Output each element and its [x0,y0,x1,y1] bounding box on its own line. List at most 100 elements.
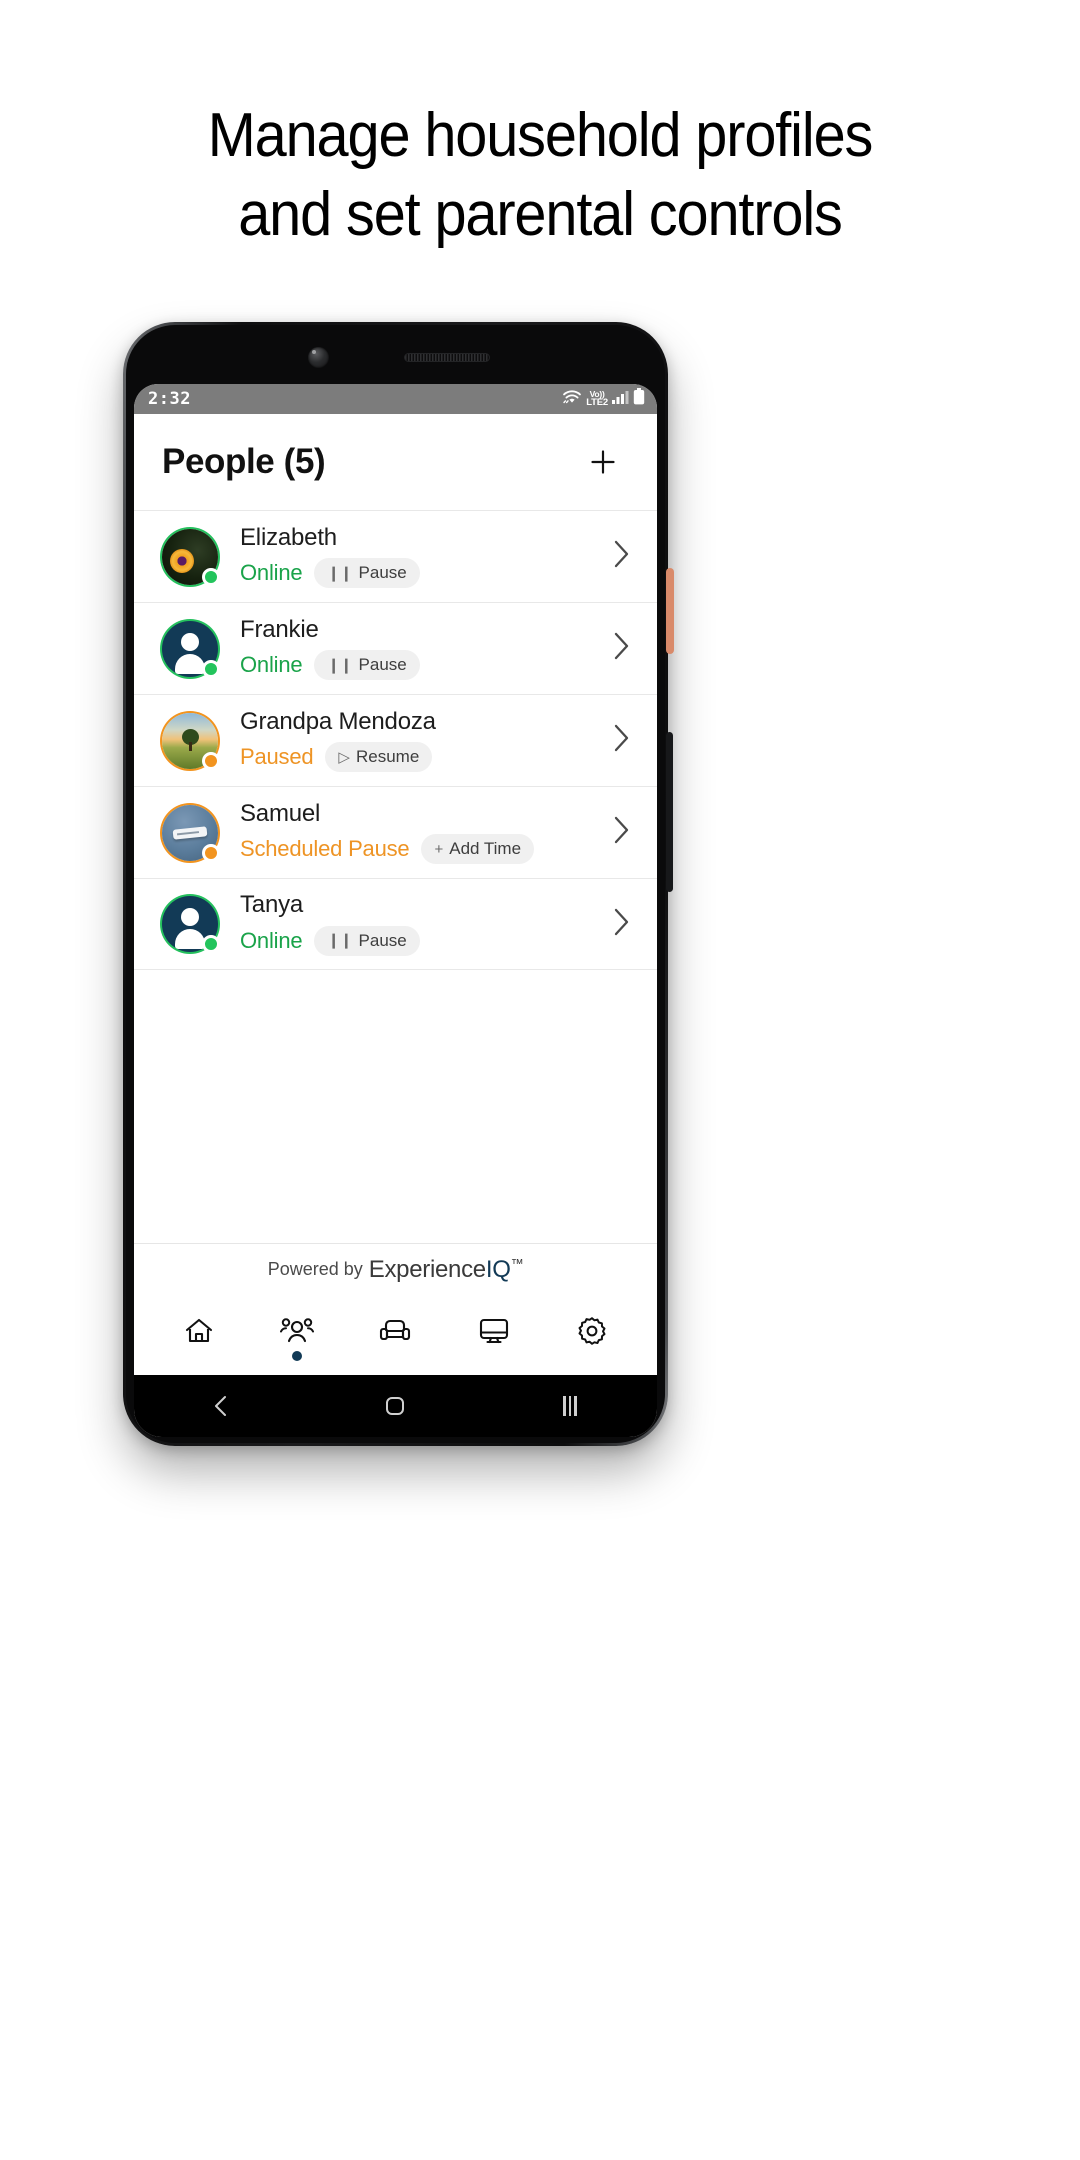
volte-indicator: Vo)) LTE2 [586,390,608,408]
avatar [162,712,220,770]
battery-icon [633,388,645,410]
pause-button-label: Pause [358,930,407,950]
android-navigation-bar [134,1375,657,1437]
status-icon-group: Vo)) LTE2 [562,388,645,410]
status-clock: 2:32 [148,389,191,409]
play-icon: ▷ [338,748,350,766]
person-name: Grandpa Mendoza [240,707,436,735]
chevron-right-icon[interactable] [601,814,631,851]
status-badge: Online [240,652,303,678]
table-row[interactable]: Samuel Scheduled Pause + Add Time [134,786,657,878]
presence-dot-paused [202,843,220,862]
tab-home[interactable] [167,1302,231,1360]
phone-mockup: 2:32 Vo)) LTE2 People (5) Elizabeth Onli… [123,322,674,1446]
add-person-button[interactable] [579,438,627,486]
chevron-right-icon[interactable] [601,538,631,575]
earpiece-speaker [403,353,490,362]
avatar [162,896,220,953]
status-badge: Online [240,927,303,953]
volte-bottom-label: LTE2 [586,396,608,408]
promo-screenshot: Manage household profiles and set parent… [0,0,1080,2160]
bottom-tab-bar [134,1295,657,1375]
status-bar: 2:32 Vo)) LTE2 [134,384,657,414]
chevron-right-icon[interactable] [601,722,631,759]
table-row[interactable]: Tanya Online ❙❙ Pause [134,878,657,970]
tab-devices[interactable] [462,1302,526,1360]
presence-dot-online [202,659,220,678]
chevron-right-icon[interactable] [601,906,631,943]
row-content: Elizabeth Online ❙❙ Pause [218,523,601,589]
presence-dot-online [202,567,220,586]
flower-icon [170,548,194,573]
pause-button[interactable]: ❙❙ Pause [314,650,420,681]
brand-accent: IQ [485,1255,511,1283]
plus-icon [591,450,615,474]
row-meta: Scheduled Pause + Add Time [240,834,601,865]
table-row[interactable]: Frankie Online ❙❙ Pause [134,602,657,694]
person-name: Samuel [240,799,321,827]
tree-trunk-icon [189,741,192,751]
pause-button[interactable]: ❙❙ Pause [314,558,420,589]
sofa-icon [380,1319,411,1341]
monitor-icon [479,1318,508,1344]
back-chevron-icon [215,1396,227,1416]
brand-name: ExperienceIQ™ [369,1256,524,1284]
people-icon [280,1318,315,1343]
add-time-button-label: Add Time [449,839,522,859]
router-icon [172,825,208,840]
row-content: Tanya Online ❙❙ Pause [218,891,601,956]
presence-dot-online [202,935,220,953]
avatar [162,528,220,586]
headline-line-2: and set parental controls [238,180,843,250]
add-time-button[interactable]: + Add Time [421,834,535,865]
avatar [162,620,220,678]
row-meta: Online ❙❙ Pause [240,558,601,589]
volume-button[interactable] [666,568,674,654]
avatar [162,804,220,862]
android-back-button[interactable] [186,1384,256,1428]
pause-button[interactable]: ❙❙ Pause [314,925,420,956]
home-icon [186,1318,213,1343]
front-camera-icon [307,347,329,368]
resume-button[interactable]: ▷ Resume [325,742,433,773]
app-header: People (5) [134,414,657,510]
recents-icon [563,1396,577,1416]
tab-settings[interactable] [560,1302,624,1360]
people-list: Elizabeth Online ❙❙ Pause Frankie Online… [134,510,657,1243]
pause-icon: ❙❙ [327,564,353,582]
pause-icon: ❙❙ [327,932,353,950]
table-row[interactable]: Elizabeth Online ❙❙ Pause [134,510,657,602]
row-meta: Paused ▷ Resume [240,742,601,773]
person-body-icon [175,653,205,674]
power-button[interactable] [666,732,673,892]
status-badge: Paused [240,744,314,770]
row-content: Samuel Scheduled Pause + Add Time [218,799,601,865]
active-tab-indicator [292,1351,303,1361]
powered-by-label: Powered by [267,1259,363,1279]
android-home-button[interactable] [360,1384,430,1428]
row-meta: Online ❙❙ Pause [240,925,601,956]
plus-icon: + [434,840,444,858]
tab-people[interactable] [265,1302,329,1361]
tab-rooms[interactable] [363,1302,427,1360]
android-recents-button[interactable] [535,1384,605,1428]
brand-trademark: ™ [510,1255,524,1271]
page-title: Manage household profiles and set parent… [38,96,1042,255]
wifi-icon [562,389,582,410]
person-name: Frankie [240,615,319,643]
chevron-right-icon[interactable] [601,630,631,667]
table-row[interactable]: Grandpa Mendoza Paused ▷ Resume [134,694,657,786]
phone-bezel: 2:32 Vo)) LTE2 People (5) Elizabeth Onli… [126,325,665,1443]
pause-icon: ❙❙ [327,656,353,674]
signal-bars-icon [612,390,629,409]
pause-button-label: Pause [358,655,407,675]
brand-main: Experience [368,1255,486,1283]
person-head-icon [181,908,199,926]
person-head-icon [181,632,199,651]
presence-dot-paused [202,751,220,770]
person-body-icon [175,929,205,949]
person-name: Elizabeth [240,523,337,551]
row-content: Grandpa Mendoza Paused ▷ Resume [218,707,601,773]
people-page-title: People (5) [162,442,326,481]
person-name: Tanya [240,891,304,919]
